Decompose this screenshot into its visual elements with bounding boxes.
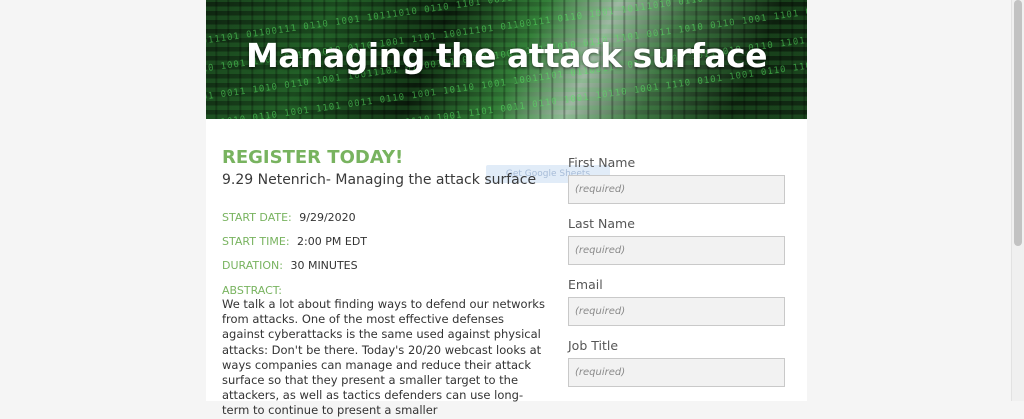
start-date-label: START DATE: [222,211,292,224]
duration-row: DURATION: 30 MINUTES [222,259,358,273]
abstract-text: We talk a lot about finding ways to defe… [222,297,545,418]
start-time-value: 2:00 PM EDT [297,235,368,248]
start-date-value: 9/29/2020 [299,211,356,224]
duration-label: DURATION: [222,259,283,272]
abstract-label: ABSTRACT: [222,284,283,297]
event-details: REGISTER TODAY! 9.29 Netenrich- Managing… [222,146,552,417]
duration-value: 30 MINUTES [290,259,358,272]
first-name-input[interactable] [568,175,785,204]
last-name-field: Last Name [568,215,786,276]
last-name-label: Last Name [568,216,635,231]
job-title-input[interactable] [568,358,785,387]
start-time-row: START TIME: 2:00 PM EDT [222,235,367,249]
job-title-field: Job Title [568,337,786,398]
registration-form: First Name Last Name Email Job Title [568,154,786,398]
email-field: Email [568,276,786,337]
job-title-label: Job Title [568,338,619,353]
vertical-scrollbar[interactable] [1011,0,1024,401]
last-name-input[interactable] [568,236,785,265]
first-name-field: First Name [568,154,786,215]
start-date-row: START DATE: 9/29/2020 [222,211,356,225]
email-label: Email [568,277,603,292]
register-heading: REGISTER TODAY! [222,147,404,168]
scrollbar-thumb[interactable] [1014,0,1022,246]
first-name-label: First Name [568,155,636,170]
start-time-label: START TIME: [222,235,290,248]
email-input[interactable] [568,297,785,326]
event-title: 9.29 Netenrich- Managing the attack surf… [222,172,537,188]
hero-banner: 10011101 01100111 0110 1001 10111010 011… [206,0,807,119]
banner-title: Managing the attack surface [245,36,768,75]
